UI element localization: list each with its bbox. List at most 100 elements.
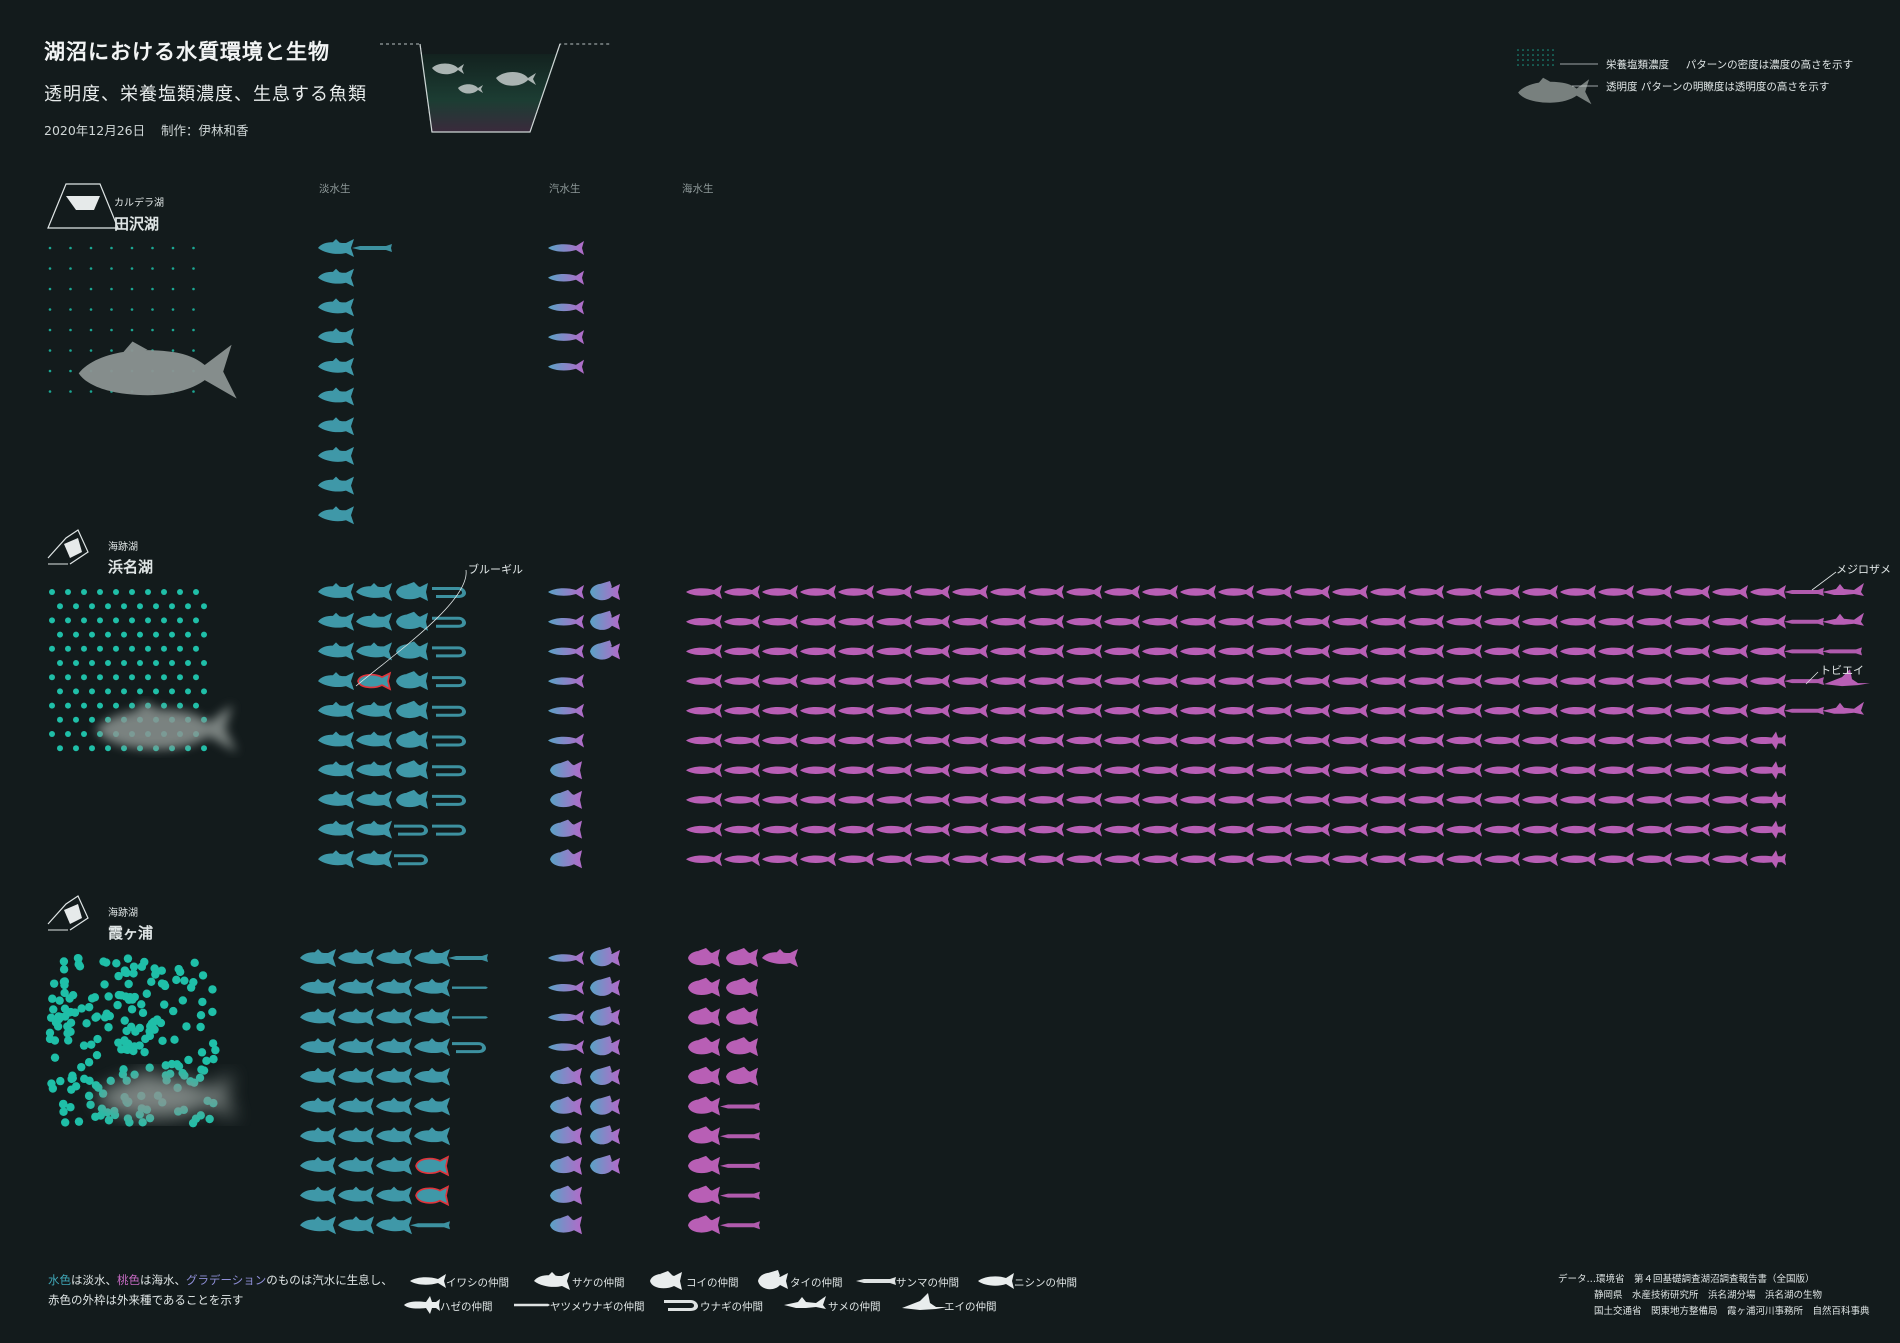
nutrient-dot: [110, 308, 113, 311]
fish-saltwater: [838, 792, 874, 807]
fish-saltwater: [1066, 614, 1102, 629]
fish-saltwater: [1560, 792, 1596, 807]
nutrient-dot: [89, 267, 93, 270]
leader-mejirozame: [1811, 571, 1837, 591]
nutrient-dot: [102, 958, 111, 967]
fish-saltwater: [1484, 644, 1520, 659]
fish-saltwater: [1560, 733, 1596, 748]
fish-freshwater: [356, 612, 392, 631]
nutrient-dot: [192, 267, 195, 270]
nutrient-dot: [80, 1074, 89, 1084]
pattern-0: [48, 246, 237, 399]
nutrient-dot: [48, 308, 52, 311]
fish-saltwater: [1674, 822, 1710, 837]
fish-saltwater: [1636, 763, 1672, 778]
nutrient-dot-swatch: [1517, 49, 1554, 66]
fish-freshwater: [376, 1008, 412, 1027]
fish-saltwater: [876, 852, 912, 867]
fish-brackish: [590, 610, 620, 630]
nutrient-dot: [151, 328, 154, 332]
fish-freshwater: [356, 761, 392, 780]
lake-grid-2: [300, 947, 798, 1235]
nutrient-dot: [61, 1118, 70, 1127]
fish-saltwater: [1750, 644, 1786, 659]
fish-saltwater: [1370, 822, 1406, 837]
nutrient-dot: [161, 702, 167, 709]
fish-saltwater: [1028, 703, 1064, 718]
nutrient-dot: [193, 674, 199, 681]
nutrient-dot: [130, 267, 134, 270]
lake-type-icon-tazawa: [47, 183, 119, 229]
fish-saltwater: [724, 852, 760, 867]
nutrient-dot: [89, 745, 95, 752]
nutrient-dot: [153, 660, 159, 666]
nutrient-dot: [153, 688, 159, 695]
fish-saltwater: [838, 674, 874, 689]
nutrient-dot: [69, 287, 72, 291]
note-line-2: 赤色の外枠は外来種であることを示す: [48, 1293, 244, 1307]
fish-saltwater: [914, 703, 950, 718]
fish-freshwater: [376, 1156, 412, 1175]
nutrient-dot: [84, 1091, 94, 1101]
nutrient-dot: [81, 589, 87, 595]
fish-saltwater: [1408, 614, 1444, 629]
nutrient-dot: [178, 1068, 187, 1078]
fish-saltwater: [762, 949, 798, 967]
fish-saltwater: [1256, 763, 1292, 778]
nutrient-dot: [151, 287, 154, 291]
fish-saltwater: [1522, 763, 1558, 778]
nutrient-dot: [129, 589, 135, 595]
fish-freshwater: [410, 1221, 450, 1230]
fish-saltwater: [1750, 614, 1786, 629]
nutrient-dot: [177, 702, 183, 709]
fish-brackish: [590, 1036, 620, 1056]
nutrient-dot: [137, 631, 143, 638]
legend-dot: [1542, 59, 1544, 61]
column-brackish: 汽水生: [549, 183, 581, 195]
fish-saltwater: [1598, 674, 1634, 689]
fish-brackish: [548, 614, 584, 629]
nutrient-dot: [201, 603, 207, 610]
legend-dot: [1542, 49, 1544, 51]
nutrient-dot: [205, 1114, 214, 1124]
nutrient-dot: [177, 589, 183, 595]
fish-saltwater: [1218, 644, 1254, 659]
fish-saltwater: [990, 822, 1026, 837]
fish-saltwater: [1598, 644, 1634, 659]
fish-saltwater: [1712, 763, 1748, 778]
fish-brackish: [548, 674, 584, 689]
fish-saltwater: [990, 585, 1026, 599]
fish-freshwater: [376, 1038, 412, 1057]
legend-dot: [1552, 54, 1554, 56]
nutrient-dot: [197, 1048, 207, 1057]
fish-freshwater: [396, 789, 428, 809]
legend-icon-ray: [902, 1293, 948, 1310]
fish-saltwater: [726, 977, 758, 997]
lake-grid-0: [318, 239, 584, 525]
fish-saltwater: [686, 822, 722, 837]
fish-saltwater: [1446, 852, 1482, 867]
fish-freshwater: [338, 1067, 374, 1086]
nutrient-dot: [73, 660, 79, 666]
nutrient-dot: [185, 745, 191, 752]
legend-clarity: 透明度 パターンの明瞭度は透明度の高さを示す: [1606, 79, 1829, 94]
fish-saltwater: [990, 852, 1026, 867]
fish-saltwater: [688, 1066, 720, 1086]
nutrient-dot: [197, 1065, 206, 1074]
fish-saltwater: [800, 822, 836, 837]
fish-freshwater: [300, 1186, 336, 1205]
fish-brackish: [548, 1040, 584, 1055]
fish-saltwater: [1180, 852, 1216, 867]
fish-saltwater: [914, 644, 950, 659]
fish-freshwater: [338, 949, 374, 967]
nutrient-dot: [196, 1010, 206, 1020]
fish-saltwater: [1370, 792, 1406, 807]
fish-saltwater: [914, 852, 950, 867]
fish-saltwater: [1712, 585, 1748, 599]
fish-saltwater: [1560, 703, 1596, 718]
nutrient-dot: [186, 983, 196, 992]
fish-saltwater: [1180, 674, 1216, 689]
nutrient-dot: [130, 328, 134, 332]
fish-freshwater: [414, 1038, 450, 1057]
fish-saltwater: [1636, 614, 1672, 629]
